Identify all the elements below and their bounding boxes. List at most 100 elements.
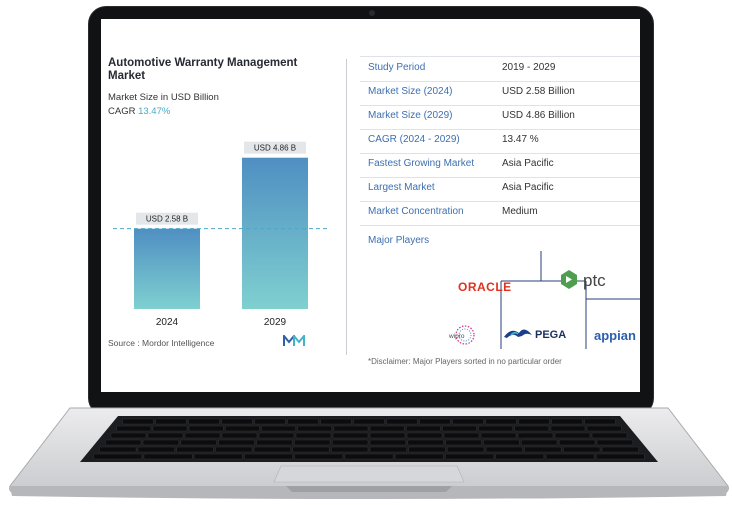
keyboard-key — [485, 446, 523, 453]
keyboard-key — [218, 439, 255, 446]
row-label: Study Period — [368, 62, 426, 73]
keyboard-key — [215, 446, 253, 453]
keyboard-key — [408, 446, 446, 453]
keyboard-key — [104, 439, 142, 446]
row-value: 2019 - 2029 — [502, 62, 556, 73]
keyboard-key — [188, 425, 224, 432]
keyboard-key — [332, 439, 369, 446]
row-label: Market Size (2029) — [368, 110, 453, 121]
keyboard-key — [514, 425, 550, 432]
mordor-logo-icon — [283, 335, 305, 346]
keyboard-key — [253, 446, 291, 453]
keyboard-key — [596, 439, 633, 446]
keyboard-key — [550, 425, 586, 432]
keyboard-key — [188, 418, 220, 425]
summary-row-largest-market: Largest Market Asia Pacific — [360, 177, 640, 202]
keyboard-key — [442, 425, 477, 432]
keyboard-key — [353, 418, 385, 425]
keyboard-key — [601, 446, 639, 453]
row-value: Asia Pacific — [502, 158, 554, 169]
wipro-logo-text: wipro — [448, 333, 465, 340]
keyboard-key — [261, 425, 296, 432]
source-text: Source : Mordor Intelligence — [108, 338, 215, 348]
keyboard-key — [297, 425, 333, 432]
keyboard-key — [295, 432, 332, 439]
keyboard-key — [517, 432, 554, 439]
keyboard-key — [563, 446, 601, 453]
keyboard-key — [256, 439, 293, 446]
keyboard-key — [584, 418, 616, 425]
keyboard-key — [122, 418, 154, 425]
keyboard-key — [394, 453, 444, 460]
keyboard-key — [258, 432, 295, 439]
keyboard-key — [184, 432, 221, 439]
keyboard-key — [595, 453, 645, 460]
summary-row-cagr: CAGR (2024 - 2029) 13.47 % — [360, 129, 640, 154]
bar-chart: USD 2.58 B 2024 USD 4.86 B 2029 — [113, 141, 329, 328]
keyboard-key — [344, 453, 394, 460]
keyboard-key — [518, 418, 550, 425]
keyboard-key — [447, 446, 485, 453]
keyboard-key — [406, 425, 441, 432]
bar — [242, 157, 308, 309]
keyboard-key — [193, 453, 243, 460]
keyboard-key — [369, 446, 407, 453]
keyboard-key — [495, 453, 545, 460]
data-label: USD 2.58 B — [146, 215, 188, 224]
keyboard-key — [221, 418, 253, 425]
keyboard-key — [180, 439, 217, 446]
keyboard-key — [369, 432, 406, 439]
keyboard-key — [152, 425, 188, 432]
keyboard-key — [333, 425, 369, 432]
keyboard-key — [294, 453, 344, 460]
keyboard-key — [143, 453, 193, 460]
keyboard-key — [559, 439, 596, 446]
keyboard-key — [137, 446, 175, 453]
summary-row-study-period: Study Period 2019 - 2029 — [360, 57, 640, 82]
keyboard-key — [320, 418, 352, 425]
keyboard-key — [407, 439, 444, 446]
row-label: Fastest Growing Market — [368, 158, 475, 169]
major-players-label: Major Players — [368, 235, 430, 246]
ptc-logo-text: ptc — [583, 271, 606, 290]
pega-logo-icon — [504, 329, 532, 338]
x-tick-label: 2029 — [264, 317, 287, 328]
summary-row-market-size-2024: Market Size (2024) USD 2.58 Billion — [360, 81, 640, 106]
pega-logo-text: PEGA — [535, 329, 566, 341]
keyboard-key — [176, 446, 214, 453]
keyboard-key — [524, 446, 562, 453]
keyboard-key — [369, 425, 405, 432]
panel-divider — [346, 59, 347, 355]
keyboard-key — [443, 432, 480, 439]
keyboard-key — [116, 425, 152, 432]
keyboard-key — [99, 446, 137, 453]
row-label: Market Size (2024) — [368, 86, 453, 97]
keyboard-key — [386, 418, 418, 425]
keyboard-key — [221, 432, 258, 439]
keyboard-key — [110, 432, 147, 439]
keyboard-key — [142, 439, 179, 446]
appian-logo: appian — [594, 328, 636, 343]
keyboard-key — [244, 453, 293, 460]
keyboard-key — [551, 418, 583, 425]
x-tick-label: 2024 — [156, 317, 179, 328]
summary-row-fastest-growing: Fastest Growing Market Asia Pacific — [360, 153, 640, 178]
keyboard-key — [445, 439, 482, 446]
touchpad — [273, 465, 465, 483]
row-label: CAGR (2024 - 2029) — [368, 134, 460, 145]
keyboard-key — [591, 432, 628, 439]
keyboard-key — [480, 432, 517, 439]
oracle-logo: ORACLE — [458, 280, 512, 294]
keyboard-key — [406, 432, 443, 439]
summary-row-concentration: Market Concentration Medium — [360, 201, 640, 226]
keyboard-key — [452, 418, 484, 425]
row-value: Asia Pacific — [502, 182, 554, 193]
row-label: Largest Market — [368, 182, 435, 193]
keyboard-key — [254, 418, 286, 425]
keyboard-key — [545, 453, 595, 460]
keyboard-key — [478, 425, 513, 432]
keyboard-key — [419, 418, 451, 425]
keyboard-key — [586, 425, 622, 432]
row-value: USD 4.86 Billion — [502, 110, 575, 121]
keyboard-key — [485, 418, 517, 425]
